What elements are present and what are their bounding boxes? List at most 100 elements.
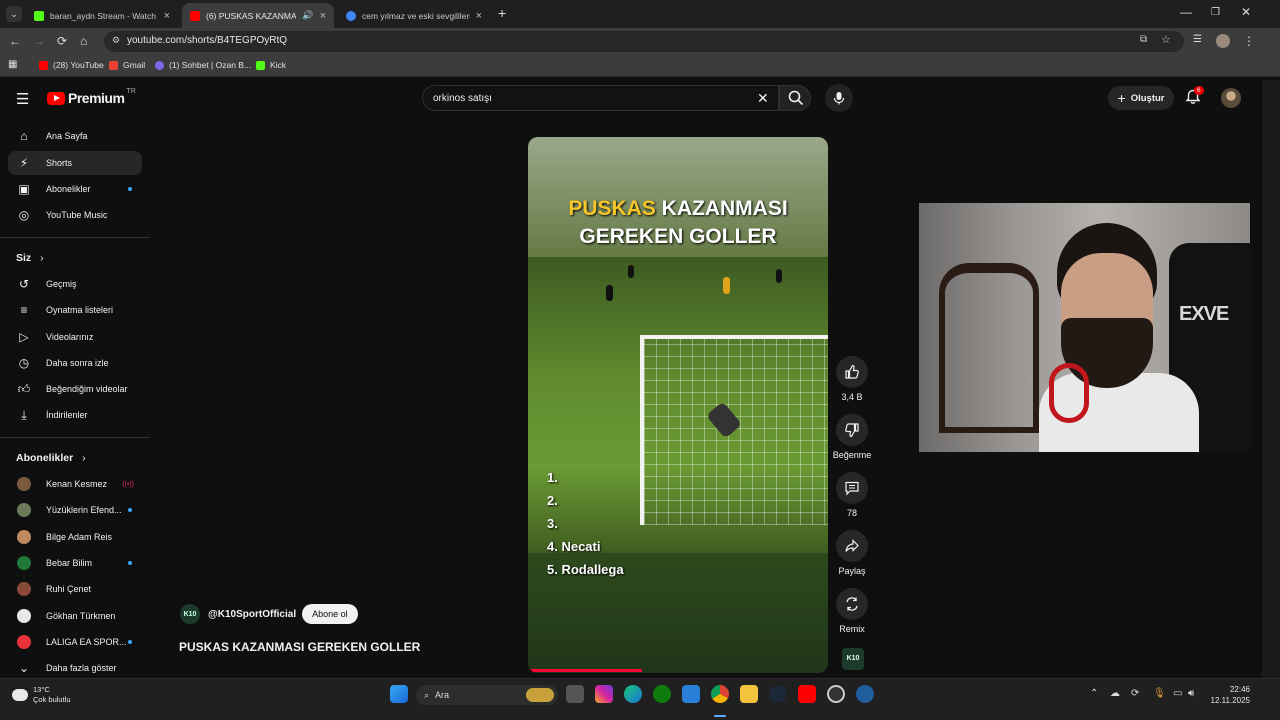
- subscription-gokhan-turkmen[interactable]: Gökhan Türkmen: [8, 604, 142, 628]
- sidebar-divider: [0, 237, 150, 238]
- edge-icon[interactable]: [624, 685, 642, 703]
- menu-icon[interactable]: ⋮: [1243, 34, 1255, 48]
- file-explorer-icon[interactable]: [740, 685, 758, 703]
- streamer-figure: [1039, 223, 1199, 452]
- subscription-ruhi-cenet[interactable]: Ruhi Çenet: [8, 577, 142, 601]
- steam-icon[interactable]: [769, 685, 787, 703]
- taskbar-search[interactable]: ⌕ Ara: [416, 685, 558, 705]
- subscription-kenan-kesmez[interactable]: Kenan Kesmez ((•)): [8, 472, 142, 496]
- instagram-icon[interactable]: [595, 685, 613, 703]
- kick-icon: [256, 60, 265, 70]
- close-tab-icon[interactable]: ×: [164, 10, 170, 22]
- cloud-icon[interactable]: ☁: [1110, 688, 1120, 699]
- mic-tray-icon[interactable]: 🎙︎: [1153, 688, 1166, 699]
- tab-list-icon[interactable]: ☰: [1193, 34, 1202, 45]
- comments-button[interactable]: 78: [832, 472, 872, 518]
- youtube-app-icon[interactable]: [798, 685, 816, 703]
- tab-search-button[interactable]: ⌄: [6, 6, 22, 22]
- browser-tab-2[interactable]: cem yılmaz ve eski sevgilileri - G ×: [338, 3, 490, 28]
- steam-client-icon[interactable]: [856, 685, 874, 703]
- forward-icon[interactable]: →: [33, 34, 45, 48]
- like-button[interactable]: 3,4 B: [832, 356, 872, 402]
- share-button[interactable]: Paylaş: [832, 530, 872, 576]
- sidebar-item-history[interactable]: ↺ Geçmiş: [8, 272, 142, 296]
- xbox-icon[interactable]: [653, 685, 671, 703]
- mail-icon[interactable]: [682, 685, 700, 703]
- search-input[interactable]: orkinos satışı ✕: [422, 85, 779, 111]
- tab-strip: ⌄ baran_aydn Stream - Watch Li × (6) PUS…: [0, 0, 1280, 28]
- maximize-icon[interactable]: ❐: [1211, 7, 1220, 18]
- sidebar-item-liked[interactable]: 👍︎ Beğendiğim videolar: [8, 377, 142, 401]
- show-more-button[interactable]: ⌄ Daha fazla göster: [8, 656, 142, 680]
- address-bar[interactable]: ⚙ youtube.com/shorts/B4TEGPOyRtQ ⧉ ☆: [104, 31, 1184, 52]
- hamburger-menu-icon[interactable]: ☰: [16, 90, 29, 108]
- subscriptions-section-heading[interactable]: Abonelikler ›: [16, 452, 86, 464]
- sidebar-item-music[interactable]: ◎ YouTube Music: [8, 203, 142, 227]
- clear-search-icon[interactable]: ✕: [757, 90, 769, 107]
- channel-name[interactable]: @K10SportOfficial: [208, 609, 296, 620]
- search-button[interactable]: [779, 85, 811, 111]
- apps-icon[interactable]: ▦: [8, 59, 17, 70]
- close-tab-icon[interactable]: ×: [320, 10, 326, 22]
- subscription-laliga-ea-sports[interactable]: LALIGA EA SPOR...: [8, 630, 142, 654]
- remix-button[interactable]: Remix: [832, 588, 872, 634]
- sidebar-item-shorts[interactable]: ⚡ Shorts: [8, 151, 142, 175]
- sidebar-item-home[interactable]: ⌂ Ana Sayfa: [8, 124, 142, 148]
- network-icon[interactable]: ▭: [1173, 688, 1182, 699]
- browser-tab-1[interactable]: (6) PUSKAS KAZANMASI G 🔊 ×: [182, 3, 334, 28]
- account-avatar[interactable]: [1221, 88, 1241, 108]
- notifications-button[interactable]: 6: [1185, 86, 1204, 107]
- close-tab-icon[interactable]: ×: [476, 10, 482, 22]
- page-scrollbar[interactable]: [1262, 80, 1280, 678]
- you-section-heading[interactable]: Siz ›: [16, 252, 44, 264]
- shorts-video-player[interactable]: PUSKAS KAZANMASI GEREKEN GOLLER 1. 2. 3.…: [528, 137, 828, 673]
- logo-text: Premium: [68, 90, 125, 106]
- sidebar-item-your-videos[interactable]: ▷ Videolarınız: [8, 325, 142, 349]
- youtube-logo[interactable]: Premium TR: [47, 88, 136, 106]
- site-info-icon[interactable]: ⚙: [112, 35, 120, 46]
- speaker-icon[interactable]: 🔊: [302, 10, 313, 21]
- system-clock[interactable]: 22:46 12.11.2025: [1200, 684, 1250, 706]
- video-progress-bar[interactable]: [530, 669, 643, 672]
- channel-avatar-icon: [16, 608, 32, 624]
- new-tab-button[interactable]: +: [498, 5, 506, 21]
- browser-tab-0[interactable]: baran_aydn Stream - Watch Li ×: [26, 3, 178, 28]
- minimize-icon[interactable]: —: [1180, 5, 1192, 19]
- subscription-bilge-adam-reis[interactable]: Bilge Adam Reis: [8, 525, 142, 549]
- sidebar-item-watch-later[interactable]: ◷ Daha sonra izle: [8, 351, 142, 375]
- close-window-icon[interactable]: ✕: [1241, 5, 1251, 19]
- sidebar-item-downloads[interactable]: ⤓ İndirilenler: [8, 403, 142, 427]
- windows-start-icon[interactable]: [390, 685, 408, 703]
- subscription-yuzuklerin-efendisi[interactable]: Yüzüklerin Efend...: [8, 498, 142, 522]
- bookmark-youtube[interactable]: (28) YouTube: [39, 60, 104, 70]
- reload-icon[interactable]: ⟳: [57, 34, 67, 48]
- video-title[interactable]: PUSKAS KAZANMASI GEREKEN GOLLER: [179, 640, 420, 654]
- sync-icon[interactable]: ⟳: [1131, 688, 1139, 699]
- youtube-play-icon: [47, 91, 65, 105]
- chrome-icon[interactable]: [711, 685, 729, 703]
- sidebar-item-subscriptions[interactable]: ▣ Abonelikler: [8, 177, 142, 201]
- bookmark-star-icon[interactable]: ☆: [1161, 33, 1171, 46]
- subscription-bebar-bilim[interactable]: Bebar Bilim: [8, 551, 142, 575]
- create-button[interactable]: + Oluştur: [1108, 86, 1174, 110]
- task-view-icon[interactable]: [566, 685, 584, 703]
- subscribe-button[interactable]: Abone ol: [302, 604, 358, 624]
- sound-channel-avatar[interactable]: K10: [842, 648, 864, 670]
- back-icon[interactable]: ←: [9, 34, 21, 48]
- chevron-up-icon[interactable]: ⌃: [1090, 688, 1098, 699]
- voice-search-button[interactable]: [825, 84, 853, 112]
- channel-avatar[interactable]: K10: [180, 604, 200, 624]
- google-favicon-icon: [346, 10, 356, 21]
- install-icon[interactable]: ⧉: [1140, 34, 1147, 45]
- bookmark-kick[interactable]: Kick: [256, 60, 286, 70]
- home-icon[interactable]: ⌂: [80, 34, 87, 48]
- volume-icon[interactable]: 🔊︎: [1188, 688, 1194, 699]
- sidebar-item-playlists[interactable]: ≡ Oynatma listeleri: [8, 298, 142, 322]
- weather-widget[interactable]: 13°C Çok bulutlu: [12, 685, 71, 705]
- bookmark-sohbet[interactable]: (1) Sohbet | Ozan B...: [155, 60, 251, 70]
- app-icon[interactable]: [827, 685, 845, 703]
- channel-avatar-icon: [16, 476, 32, 492]
- profile-avatar[interactable]: [1216, 34, 1230, 48]
- dislike-button[interactable]: Beğenme: [832, 414, 872, 460]
- bookmark-gmail[interactable]: Gmail: [109, 60, 145, 70]
